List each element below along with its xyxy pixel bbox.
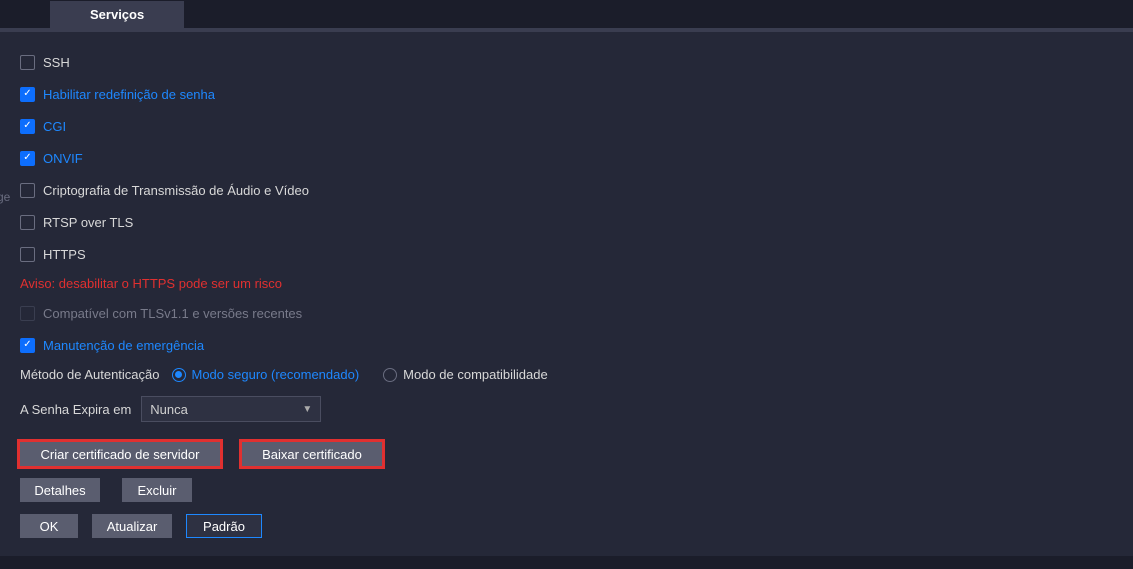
checkmark-icon: ✓ xyxy=(23,121,31,131)
checkbox-https[interactable] xyxy=(20,247,35,262)
password-expire-value: Nunca xyxy=(150,402,188,417)
cert-button-row: Criar certificado de servidor Baixar cer… xyxy=(20,442,1113,466)
radio-label-secure: Modo seguro (recomendado) xyxy=(192,367,360,382)
checkbox-tls-compat xyxy=(20,306,35,321)
checkbox-row-tls-compat: Compatível com TLSv1.1 e versões recente… xyxy=(20,303,1113,323)
checkbox-row-reset-password[interactable]: ✓ Habilitar redefinição de senha xyxy=(20,84,1113,104)
radio-group-compat[interactable]: Modo de compatibilidade xyxy=(383,367,548,382)
checkbox-row-onvif[interactable]: ✓ ONVIF xyxy=(20,148,1113,168)
download-certificate-button[interactable]: Baixar certificado xyxy=(242,442,382,466)
checkbox-row-rtsp-tls[interactable]: RTSP over TLS xyxy=(20,212,1113,232)
refresh-button[interactable]: Atualizar xyxy=(92,514,172,538)
details-button[interactable]: Detalhes xyxy=(20,478,100,502)
tab-bar: Serviços xyxy=(0,0,1133,28)
checkbox-row-https[interactable]: HTTPS xyxy=(20,244,1113,264)
label-cgi: CGI xyxy=(43,119,66,134)
checkbox-av-encryption[interactable] xyxy=(20,183,35,198)
label-emergency: Manutenção de emergência xyxy=(43,338,204,353)
create-certificate-button[interactable]: Criar certificado de servidor xyxy=(20,442,220,466)
checkbox-ssh[interactable] xyxy=(20,55,35,70)
password-expire-label: A Senha Expira em xyxy=(20,402,131,417)
delete-button[interactable]: Excluir xyxy=(122,478,192,502)
checkmark-icon: ✓ xyxy=(23,153,31,163)
checkbox-onvif[interactable]: ✓ xyxy=(20,151,35,166)
https-warning: Aviso: desabilitar o HTTPS pode ser um r… xyxy=(20,276,1113,291)
label-https: HTTPS xyxy=(43,247,86,262)
radio-compat[interactable] xyxy=(383,368,397,382)
radio-group-secure[interactable]: Modo seguro (recomendado) xyxy=(172,367,360,382)
details-button-row: Detalhes Excluir xyxy=(20,478,1113,502)
checkmark-icon: ✓ xyxy=(23,340,31,350)
label-tls-compat: Compatível com TLSv1.1 e versões recente… xyxy=(43,306,302,321)
auth-method-row: Método de Autenticação Modo seguro (reco… xyxy=(20,367,1113,382)
label-ssh: SSH xyxy=(43,55,70,70)
checkbox-rtsp-tls[interactable] xyxy=(20,215,35,230)
action-button-row: OK Atualizar Padrão xyxy=(20,514,1113,538)
checkbox-row-av-encryption[interactable]: Criptografia de Transmissão de Áudio e V… xyxy=(20,180,1113,200)
radio-label-compat: Modo de compatibilidade xyxy=(403,367,548,382)
radio-secure[interactable] xyxy=(172,368,186,382)
default-button[interactable]: Padrão xyxy=(186,514,262,538)
checkbox-reset-password[interactable]: ✓ xyxy=(20,87,35,102)
chevron-down-icon: ▼ xyxy=(302,404,312,415)
checkmark-icon: ✓ xyxy=(23,89,31,99)
label-onvif: ONVIF xyxy=(43,151,83,166)
auth-method-label: Método de Autenticação xyxy=(20,367,160,382)
ok-button[interactable]: OK xyxy=(20,514,78,538)
checkbox-row-cgi[interactable]: ✓ CGI xyxy=(20,116,1113,136)
content-panel: SSH ✓ Habilitar redefinição de senha ✓ C… xyxy=(0,32,1133,556)
password-expire-select[interactable]: Nunca ▼ xyxy=(141,396,321,422)
label-av-encryption: Criptografia de Transmissão de Áudio e V… xyxy=(43,183,309,198)
password-expire-row: A Senha Expira em Nunca ▼ xyxy=(20,396,1113,422)
tab-services[interactable]: Serviços xyxy=(50,1,184,28)
checkbox-emergency[interactable]: ✓ xyxy=(20,338,35,353)
side-text: ge xyxy=(0,190,10,204)
checkbox-row-emergency[interactable]: ✓ Manutenção de emergência xyxy=(20,335,1113,355)
checkbox-cgi[interactable]: ✓ xyxy=(20,119,35,134)
label-reset-password: Habilitar redefinição de senha xyxy=(43,87,215,102)
label-rtsp-tls: RTSP over TLS xyxy=(43,215,133,230)
checkbox-row-ssh[interactable]: SSH xyxy=(20,52,1113,72)
